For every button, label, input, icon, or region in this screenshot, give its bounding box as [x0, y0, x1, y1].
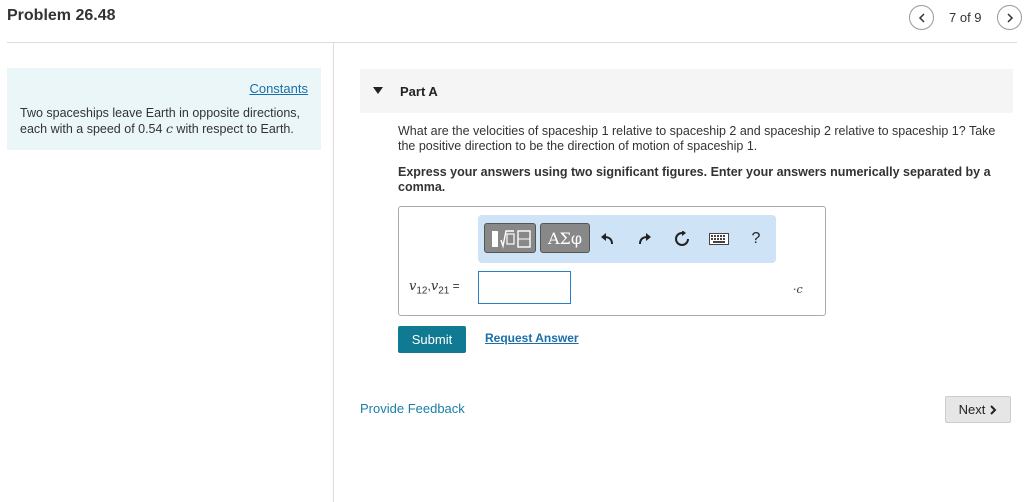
answer-variable-label: v12,v21 =	[409, 279, 460, 296]
previous-problem-button[interactable]	[909, 5, 934, 30]
answer-input[interactable]	[478, 271, 571, 304]
header-divider	[7, 42, 1017, 43]
greek-symbols-button[interactable]: ΑΣφ	[540, 223, 590, 253]
question-text: What are the velocities of spaceship 1 r…	[398, 124, 996, 153]
submit-button[interactable]: Submit	[398, 326, 466, 353]
unit-label: ·c	[793, 283, 803, 296]
undo-icon[interactable]	[597, 229, 617, 249]
constants-link[interactable]: Constants	[249, 81, 308, 96]
chevron-right-icon	[1006, 12, 1013, 23]
next-problem-button[interactable]	[997, 5, 1022, 30]
request-answer-link[interactable]: Request Answer	[485, 331, 579, 345]
header: Problem 26.48 7 of 9	[0, 0, 1024, 42]
help-button[interactable]: ?	[746, 229, 766, 249]
chevron-right-icon	[990, 404, 997, 415]
templates-button[interactable]	[484, 223, 536, 253]
problem-statement: Two spaceships leave Earth in opposite d…	[20, 106, 315, 137]
column-divider	[333, 43, 334, 502]
chevron-left-icon	[918, 12, 925, 23]
instruction-text: Express your answers using two significa…	[398, 165, 991, 194]
math-toolbar: ΑΣφ ?	[478, 215, 776, 263]
collapse-caret-icon[interactable]	[373, 87, 383, 94]
problem-title: Problem 26.48	[7, 7, 116, 24]
answer-area: ΑΣφ ? v12,v21 = ·c	[398, 206, 826, 316]
equals-sign: =	[452, 279, 460, 293]
redo-icon[interactable]	[635, 229, 655, 249]
constants-panel: Constants Two spaceships leave Earth in …	[7, 68, 321, 150]
problem-text-end: with respect to Earth.	[172, 122, 294, 136]
provide-feedback-link[interactable]: Provide Feedback	[360, 401, 465, 416]
keyboard-icon[interactable]	[709, 229, 729, 249]
next-button-label: Next	[958, 402, 986, 417]
subscript-12: 12	[416, 285, 428, 297]
page-count: 7 of 9	[949, 10, 982, 25]
part-a-header[interactable]: Part A	[360, 69, 1013, 113]
templates-icon	[492, 230, 531, 249]
next-button[interactable]: Next	[945, 396, 1011, 423]
reset-icon[interactable]	[672, 229, 692, 249]
toolbar-button-group: ΑΣφ	[484, 223, 608, 253]
part-a-label: Part A	[400, 84, 438, 99]
subscript-21: 21	[438, 285, 450, 297]
speed-of-light-symbol: c	[165, 121, 173, 136]
